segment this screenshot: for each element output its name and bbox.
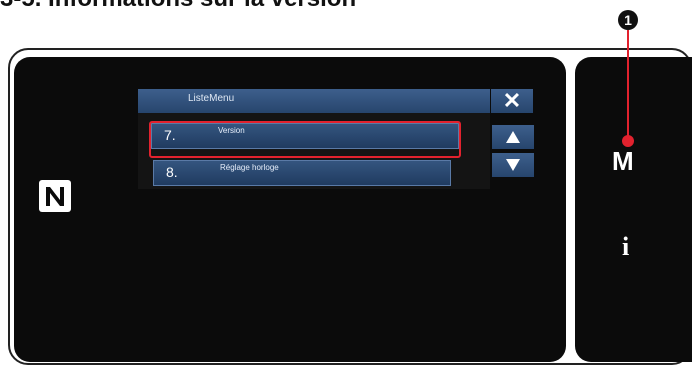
side-key-panel (575, 57, 692, 362)
nfc-icon (39, 180, 71, 212)
menu-item-number: 8. (166, 164, 178, 180)
callout-leader-line (627, 30, 629, 140)
scroll-up-button[interactable] (492, 125, 534, 149)
scroll-down-button[interactable] (492, 153, 534, 177)
menu-title-bar: ListeMenu (138, 89, 490, 113)
close-icon: ✕ (502, 88, 522, 113)
info-key-button[interactable]: i (622, 232, 629, 262)
menu-key-button[interactable]: M (612, 146, 634, 177)
arrow-up-icon (506, 131, 520, 143)
menu-item-label: Réglage horloge (220, 163, 279, 172)
page-heading: 3-5. Informations sur la version (0, 0, 356, 12)
callout-number: 1 (618, 10, 638, 30)
arrow-down-icon (506, 159, 520, 171)
menu-title: ListeMenu (188, 93, 235, 104)
selection-highlight (149, 121, 461, 158)
menu-item-clock-setting[interactable]: 8. Réglage horloge (153, 160, 451, 186)
close-button[interactable]: ✕ (491, 89, 533, 113)
